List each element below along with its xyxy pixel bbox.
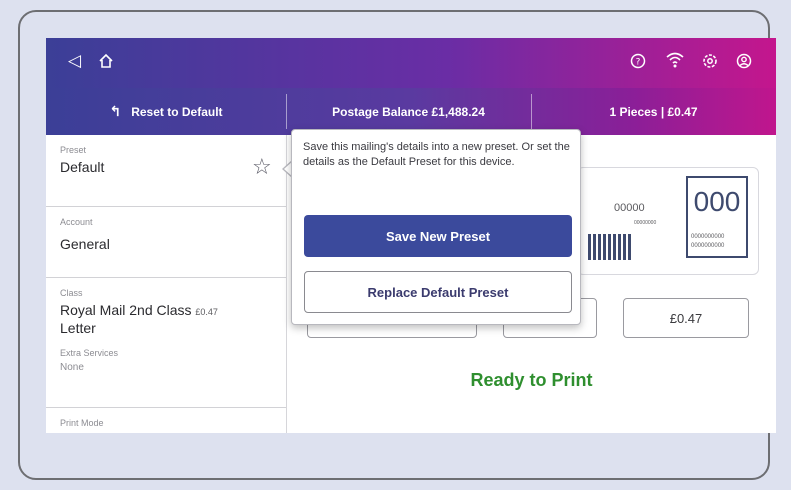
sidebar-item-class[interactable]: Class Royal Mail 2nd Class £0.47 Letter … xyxy=(46,278,286,408)
class-value: Royal Mail 2nd Class £0.47 xyxy=(60,302,286,318)
ready-status: Ready to Print xyxy=(470,370,593,390)
reset-to-default-button[interactable]: ↰ Reset to Default xyxy=(46,88,286,135)
save-new-preset-button[interactable]: Save New Preset xyxy=(304,215,572,257)
preset-label: Preset xyxy=(60,145,87,155)
sidebar-item-preset[interactable]: Preset Default ☆ xyxy=(46,135,286,207)
help-icon[interactable]: ? xyxy=(630,53,646,73)
sidebar: Preset Default ☆ Account General Class R… xyxy=(46,135,287,433)
stamp-digits-row2: 0000000000 xyxy=(691,243,725,249)
stamp-preview[interactable]: 00000 00000000 000 0000000000 0000000000 xyxy=(577,167,759,275)
stamp-value-box: 000 0000000000 0000000000 xyxy=(686,176,748,258)
class-name: Royal Mail 2nd Class xyxy=(60,302,192,318)
replace-default-preset-button[interactable]: Replace Default Preset xyxy=(304,271,572,313)
extra-services-label: Extra Services xyxy=(60,348,119,358)
stamp-digits-row1: 0000000000 xyxy=(691,234,725,240)
stamp-digits-small: 00000000 xyxy=(634,220,657,226)
postage-balance[interactable]: Postage Balance £1,488.24 xyxy=(286,88,531,135)
star-icon[interactable]: ☆ xyxy=(252,155,272,180)
stamp-big-number: 000 xyxy=(693,186,741,217)
reset-icon: ↰ xyxy=(109,103,122,120)
account-label: Account xyxy=(60,217,93,227)
back-icon[interactable]: ◁ xyxy=(68,53,81,70)
preset-popup: Save this mailing's details into a new p… xyxy=(291,129,581,325)
home-icon[interactable] xyxy=(98,53,114,73)
pieces-count[interactable]: 1 Pieces | £0.47 xyxy=(531,88,776,135)
amount-button[interactable]: £0.47 xyxy=(623,298,749,338)
sidebar-item-print-mode[interactable]: Print Mode xyxy=(46,408,286,433)
wifi-icon[interactable] xyxy=(666,52,684,72)
class-value-line2: Letter xyxy=(60,320,96,336)
class-price: £0.47 xyxy=(195,307,218,317)
reset-label: Reset to Default xyxy=(131,104,223,119)
account-icon[interactable] xyxy=(736,53,752,73)
qr-code xyxy=(588,234,632,260)
top-bar: ◁ ? xyxy=(46,38,776,88)
status-bar: ↰ Reset to Default Postage Balance £1,48… xyxy=(46,88,776,135)
account-value: General xyxy=(60,236,110,252)
extra-services-value: None xyxy=(60,362,84,373)
popup-description: Save this mailing's details into a new p… xyxy=(303,141,570,168)
settings-icon[interactable] xyxy=(702,53,718,73)
help-icon-glyph: ? xyxy=(636,58,641,68)
sidebar-item-account[interactable]: Account General xyxy=(46,207,286,278)
class-label: Class xyxy=(60,288,83,298)
stamp-digits-top: 00000 xyxy=(614,202,645,214)
print-mode-label: Print Mode xyxy=(60,418,104,428)
